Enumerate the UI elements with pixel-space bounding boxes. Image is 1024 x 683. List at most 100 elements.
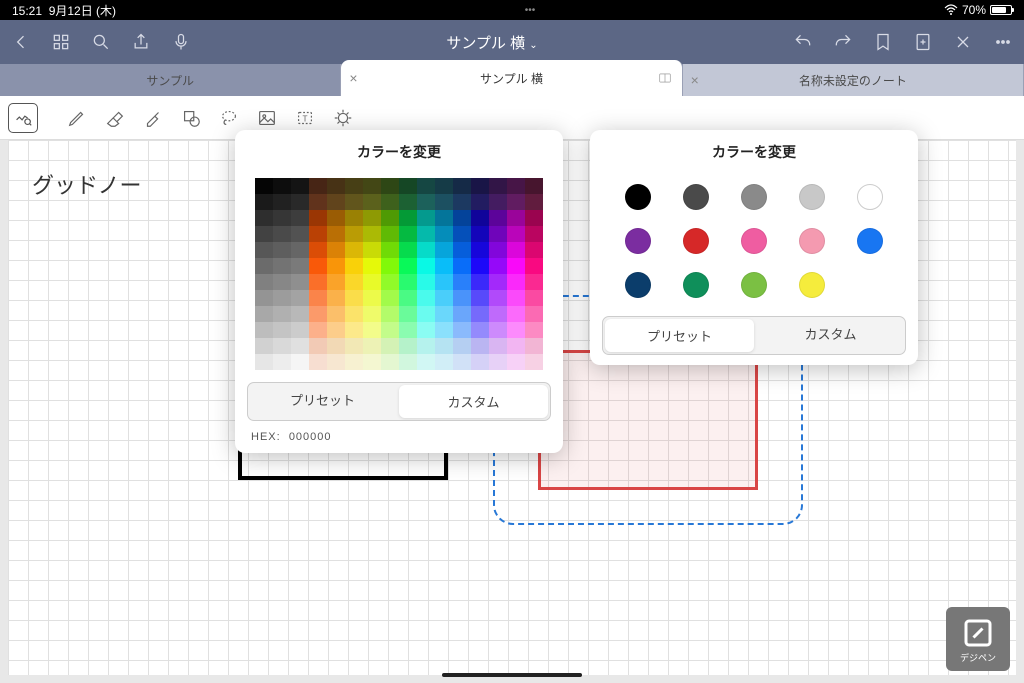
color-cell[interactable]	[489, 226, 507, 242]
color-cell[interactable]	[273, 242, 291, 258]
color-swatch[interactable]	[625, 272, 651, 298]
color-cell[interactable]	[453, 242, 471, 258]
color-cell[interactable]	[471, 338, 489, 354]
color-cell[interactable]	[507, 338, 525, 354]
color-cell[interactable]	[345, 178, 363, 194]
tab-untitled[interactable]: × 名称未設定のノート	[683, 64, 1024, 96]
tab-close-icon[interactable]: ×	[349, 70, 357, 86]
color-cell[interactable]	[399, 242, 417, 258]
color-swatch[interactable]	[741, 272, 767, 298]
color-cell[interactable]	[327, 306, 345, 322]
color-cell[interactable]	[399, 178, 417, 194]
color-cell[interactable]	[471, 258, 489, 274]
preset-tab[interactable]: プリセット	[605, 319, 754, 352]
color-cell[interactable]	[399, 194, 417, 210]
color-cell[interactable]	[453, 178, 471, 194]
color-cell[interactable]	[273, 226, 291, 242]
color-cell[interactable]	[399, 354, 417, 370]
color-cell[interactable]	[453, 194, 471, 210]
color-cell[interactable]	[363, 226, 381, 242]
color-cell[interactable]	[327, 274, 345, 290]
more-button[interactable]	[992, 31, 1014, 53]
color-cell[interactable]	[327, 226, 345, 242]
color-cell[interactable]	[399, 290, 417, 306]
color-swatch[interactable]	[799, 272, 825, 298]
color-cell[interactable]	[345, 226, 363, 242]
tab-sample-horizontal[interactable]: × サンプル 横	[341, 60, 682, 96]
color-cell[interactable]	[471, 226, 489, 242]
color-cell[interactable]	[381, 322, 399, 338]
color-cell[interactable]	[471, 178, 489, 194]
color-spectrum-grid[interactable]	[255, 178, 543, 370]
color-cell[interactable]	[471, 290, 489, 306]
color-cell[interactable]	[399, 338, 417, 354]
color-cell[interactable]	[273, 194, 291, 210]
color-cell[interactable]	[453, 354, 471, 370]
color-cell[interactable]	[309, 338, 327, 354]
color-cell[interactable]	[327, 194, 345, 210]
color-cell[interactable]	[273, 354, 291, 370]
color-cell[interactable]	[489, 258, 507, 274]
color-cell[interactable]	[327, 258, 345, 274]
color-swatch[interactable]	[683, 184, 709, 210]
color-cell[interactable]	[435, 274, 453, 290]
color-cell[interactable]	[453, 290, 471, 306]
custom-tab[interactable]: カスタム	[756, 317, 905, 354]
color-cell[interactable]	[291, 226, 309, 242]
color-cell[interactable]	[309, 258, 327, 274]
color-cell[interactable]	[417, 322, 435, 338]
color-cell[interactable]	[309, 210, 327, 226]
color-cell[interactable]	[453, 306, 471, 322]
color-cell[interactable]	[291, 306, 309, 322]
color-cell[interactable]	[273, 322, 291, 338]
color-cell[interactable]	[399, 210, 417, 226]
color-cell[interactable]	[453, 210, 471, 226]
color-cell[interactable]	[255, 322, 273, 338]
color-cell[interactable]	[291, 178, 309, 194]
color-swatch[interactable]	[625, 184, 651, 210]
tab-sample[interactable]: サンプル	[0, 64, 341, 96]
color-cell[interactable]	[381, 210, 399, 226]
color-cell[interactable]	[525, 354, 543, 370]
color-cell[interactable]	[489, 306, 507, 322]
color-cell[interactable]	[435, 338, 453, 354]
color-cell[interactable]	[417, 210, 435, 226]
color-cell[interactable]	[525, 210, 543, 226]
color-cell[interactable]	[507, 274, 525, 290]
color-cell[interactable]	[363, 306, 381, 322]
color-cell[interactable]	[309, 322, 327, 338]
color-cell[interactable]	[273, 290, 291, 306]
color-cell[interactable]	[417, 338, 435, 354]
color-swatch[interactable]	[857, 228, 883, 254]
color-cell[interactable]	[255, 274, 273, 290]
color-cell[interactable]	[345, 322, 363, 338]
color-cell[interactable]	[327, 178, 345, 194]
color-cell[interactable]	[291, 338, 309, 354]
color-cell[interactable]	[489, 194, 507, 210]
color-swatch[interactable]	[741, 184, 767, 210]
color-cell[interactable]	[417, 242, 435, 258]
redo-button[interactable]	[832, 31, 854, 53]
color-cell[interactable]	[255, 194, 273, 210]
color-cell[interactable]	[345, 274, 363, 290]
color-cell[interactable]	[291, 258, 309, 274]
color-cell[interactable]	[291, 354, 309, 370]
color-cell[interactable]	[489, 290, 507, 306]
color-cell[interactable]	[309, 290, 327, 306]
color-cell[interactable]	[363, 322, 381, 338]
color-cell[interactable]	[525, 178, 543, 194]
color-cell[interactable]	[291, 210, 309, 226]
color-cell[interactable]	[345, 306, 363, 322]
color-swatch[interactable]	[683, 228, 709, 254]
mic-button[interactable]	[170, 31, 192, 53]
color-cell[interactable]	[453, 322, 471, 338]
color-cell[interactable]	[381, 226, 399, 242]
color-cell[interactable]	[525, 194, 543, 210]
color-cell[interactable]	[417, 226, 435, 242]
color-cell[interactable]	[273, 210, 291, 226]
color-cell[interactable]	[453, 274, 471, 290]
color-cell[interactable]	[291, 194, 309, 210]
color-cell[interactable]	[435, 258, 453, 274]
color-cell[interactable]	[273, 338, 291, 354]
preset-tab[interactable]: プリセット	[248, 383, 397, 420]
